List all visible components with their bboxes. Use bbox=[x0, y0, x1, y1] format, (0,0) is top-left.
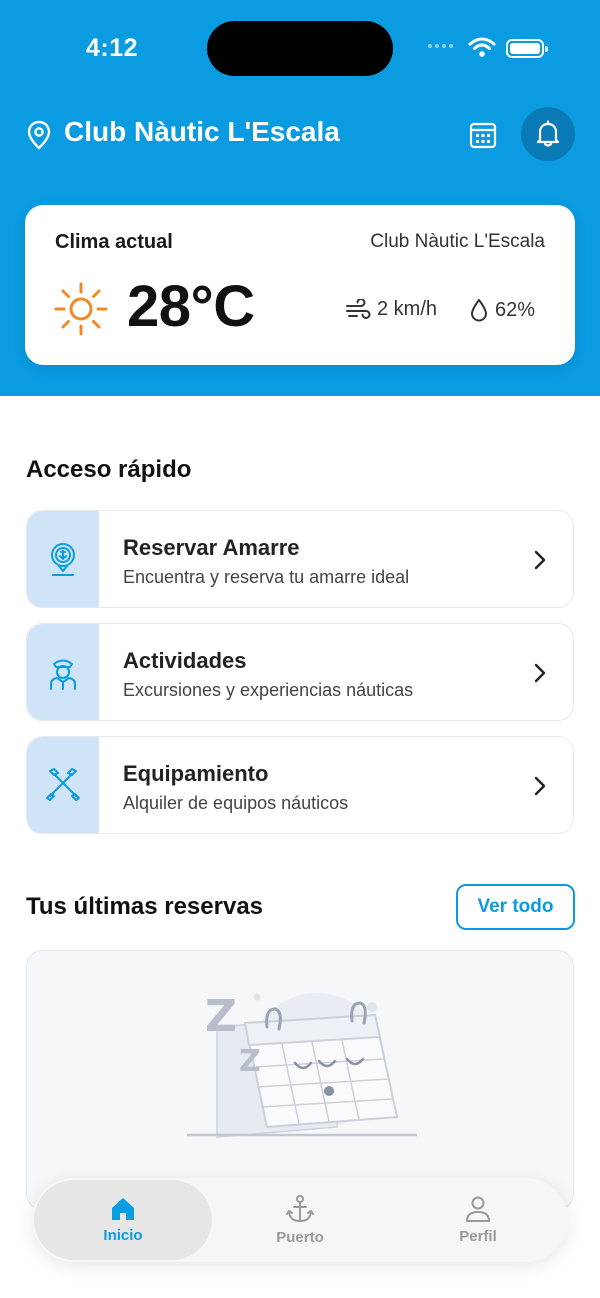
user-icon bbox=[466, 1196, 490, 1222]
chevron-right-icon bbox=[534, 663, 546, 683]
svg-text:Z: Z bbox=[205, 991, 237, 1042]
bell-icon bbox=[536, 120, 560, 147]
quick-access-title: Acceso rápido bbox=[26, 456, 192, 483]
icon-box bbox=[27, 737, 99, 833]
quick-access-item-title: Actividades bbox=[123, 648, 247, 673]
chevron-right-icon bbox=[534, 550, 546, 570]
bottom-tab-bar: Inicio Puerto Perfil bbox=[32, 1178, 568, 1262]
quick-access-item-title: Reservar Amarre bbox=[123, 535, 300, 560]
tab-inicio[interactable]: Inicio bbox=[34, 1180, 212, 1260]
location-pin-icon bbox=[27, 120, 51, 150]
wifi-icon bbox=[468, 37, 496, 57]
quick-access-item-actividades[interactable]: Actividades Excursiones y experiencias n… bbox=[26, 623, 574, 721]
notifications-button[interactable] bbox=[521, 107, 575, 161]
tab-label: Perfil bbox=[459, 1228, 497, 1245]
svg-text:Z: Z bbox=[239, 1044, 261, 1079]
battery-icon bbox=[506, 39, 548, 58]
sun-icon bbox=[54, 282, 108, 336]
tab-perfil[interactable]: Perfil bbox=[410, 1178, 546, 1262]
droplet-icon bbox=[471, 299, 487, 322]
quick-access-item-title: Equipamiento bbox=[123, 761, 269, 786]
anchor-pin-icon bbox=[51, 543, 75, 576]
cellular-signal-icon bbox=[428, 44, 453, 48]
home-icon bbox=[112, 1198, 134, 1220]
status-bar: 4:12 bbox=[0, 0, 600, 96]
reservations-empty-state: Z Z bbox=[26, 950, 574, 1210]
temperature-value: 28°C bbox=[127, 274, 255, 339]
weather-title: Clima actual bbox=[55, 231, 173, 253]
weather-location: Club Nàutic L'Escala bbox=[370, 231, 545, 252]
icon-box bbox=[27, 624, 99, 720]
captain-icon bbox=[50, 659, 76, 690]
app-header: 4:12 Club Nàutic L'Escala Clima actual C… bbox=[0, 0, 600, 396]
weather-card: Clima actual Club Nàutic L'Escala 28°C 2… bbox=[25, 205, 575, 365]
wind-icon bbox=[346, 298, 371, 319]
calendar-button[interactable] bbox=[468, 120, 498, 150]
tab-puerto[interactable]: Puerto bbox=[232, 1178, 368, 1262]
status-time: 4:12 bbox=[86, 34, 139, 62]
quick-access-item-subtitle: Excursiones y experiencias náuticas bbox=[123, 680, 414, 700]
humidity-value: 62% bbox=[495, 298, 536, 321]
tab-label: Puerto bbox=[276, 1229, 324, 1246]
dynamic-island bbox=[207, 21, 393, 76]
quick-access-item-subtitle: Encuentra y reserva tu amarre ideal bbox=[123, 567, 410, 587]
sleeping-calendar-illustration: Z Z bbox=[187, 991, 417, 1138]
tab-label: Inicio bbox=[103, 1227, 143, 1244]
quick-access-item-subtitle: Alquiler de equipos náuticos bbox=[123, 793, 349, 813]
wind-info: 2 km/h bbox=[345, 298, 437, 321]
quick-access-item-equipamiento[interactable]: Equipamiento Alquiler de equipos náutico… bbox=[26, 736, 574, 834]
club-title: Club Nàutic L'Escala bbox=[64, 116, 340, 147]
chevron-right-icon bbox=[534, 776, 546, 796]
icon-box bbox=[27, 511, 99, 607]
crossed-paddles-icon bbox=[46, 768, 80, 801]
humidity-info: 62% bbox=[469, 298, 535, 322]
reservations-title: Tus últimas reservas bbox=[26, 893, 264, 920]
quick-access-item-reservar-amarre[interactable]: Reservar Amarre Encuentra y reserva tu a… bbox=[26, 510, 574, 608]
wind-value: 2 km/h bbox=[377, 298, 438, 320]
view-all-button[interactable]: Ver todo bbox=[456, 884, 575, 930]
anchor-icon bbox=[286, 1195, 314, 1222]
